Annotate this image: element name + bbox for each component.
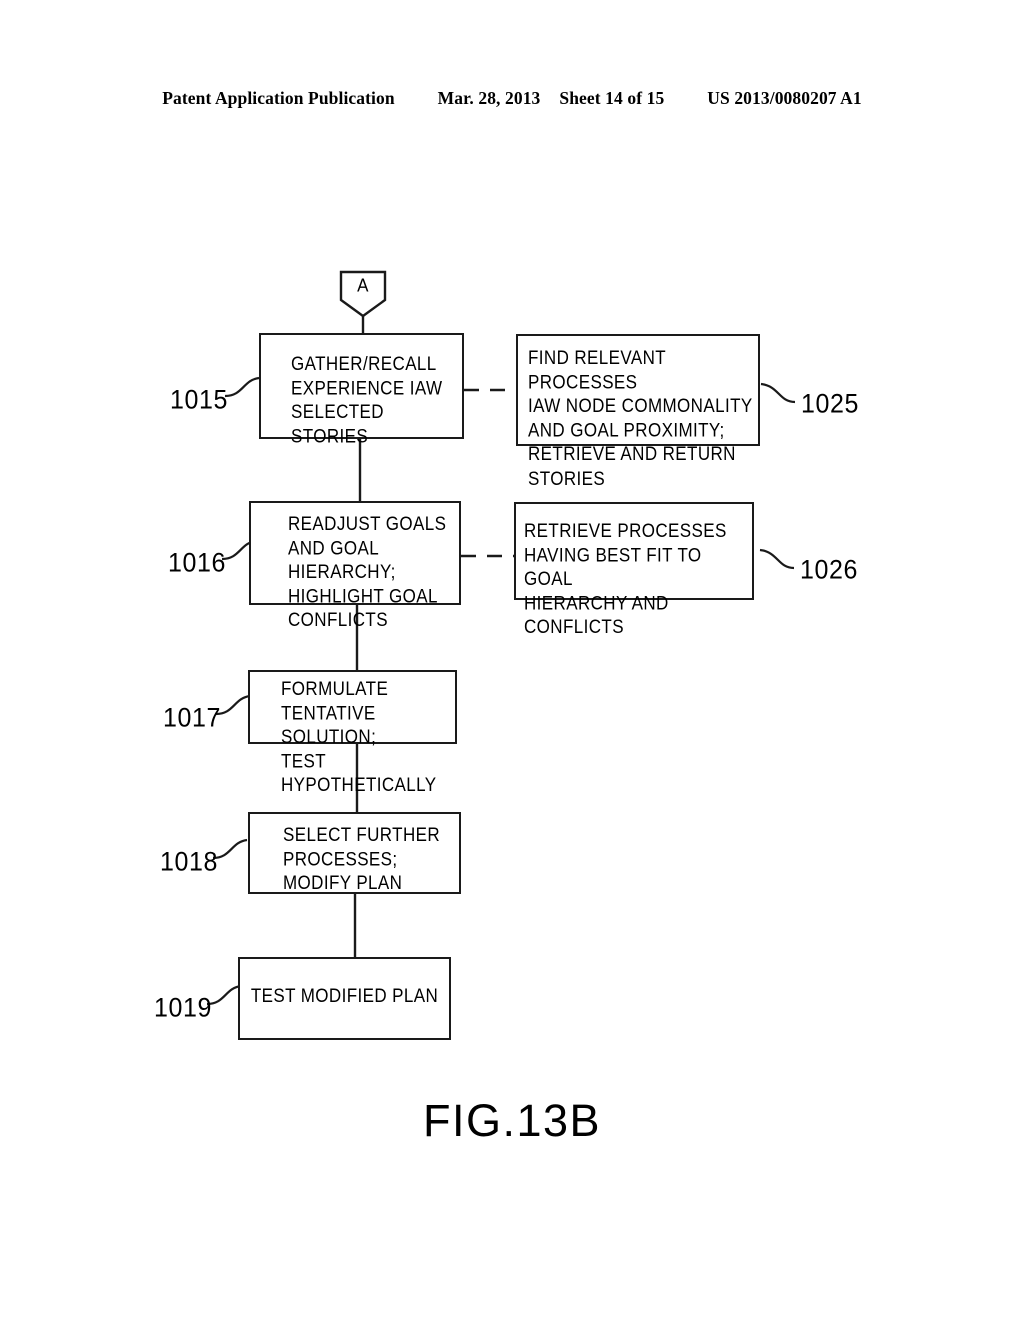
connector-a-label: A [357, 275, 369, 296]
leader-1026 [759, 548, 795, 570]
figure-caption: FIG.13B [422, 1095, 602, 1146]
process-box-1017-text: FORMULATE TENTATIVE SOLUTION; TEST HYPOT… [281, 678, 437, 796]
process-box-1026-text: RETRIEVE PROCESSES HAVING BEST FIT TO GO… [524, 520, 727, 638]
process-box-1017: FORMULATE TENTATIVE SOLUTION; TEST HYPOT… [248, 670, 457, 796]
process-box-1016: READJUST GOALS AND GOAL HIERARCHY; HIGHL… [249, 501, 461, 631]
connector-a: A [340, 271, 386, 315]
leader-1017 [215, 694, 251, 716]
process-box-1025-text: FIND RELEVANT PROCESSES IAW NODE COMMONA… [528, 347, 753, 489]
reference-numeral-1016: 1016 [168, 548, 227, 578]
process-box-1015-text: GATHER/RECALL EXPERIENCE IAW SELECTED ST… [291, 353, 443, 447]
process-box-1026: RETRIEVE PROCESSES HAVING BEST FIT TO GO… [514, 502, 754, 638]
reference-numeral-1019: 1019 [154, 993, 213, 1023]
process-box-1018-text: SELECT FURTHER PROCESSES; MODIFY PLAN [283, 824, 441, 894]
process-box-1019: TEST MODIFIED PLAN [238, 957, 451, 1040]
reference-numeral-1015: 1015 [170, 385, 229, 415]
process-box-1025: FIND RELEVANT PROCESSES IAW NODE COMMONA… [516, 334, 760, 489]
leader-1015 [224, 376, 260, 398]
process-box-1016-text: READJUST GOALS AND GOAL HIERARCHY; HIGHL… [288, 513, 447, 631]
reference-numeral-1026: 1026 [800, 555, 859, 585]
reference-numeral-1018: 1018 [160, 847, 219, 877]
leader-1019 [206, 984, 242, 1006]
process-box-1019-text: TEST MODIFIED PLAN [250, 985, 439, 1007]
reference-numeral-1017: 1017 [163, 703, 222, 733]
process-box-1018: SELECT FURTHER PROCESSES; MODIFY PLAN [248, 812, 461, 894]
reference-numeral-1025: 1025 [801, 389, 860, 419]
leader-1025 [760, 382, 796, 404]
process-box-1015: GATHER/RECALL EXPERIENCE IAW SELECTED ST… [259, 333, 464, 447]
flowchart-figure: A GATHER/RECALL EXPERIENCE IAW SELECTED … [0, 0, 1024, 1320]
leader-1018 [212, 838, 248, 860]
